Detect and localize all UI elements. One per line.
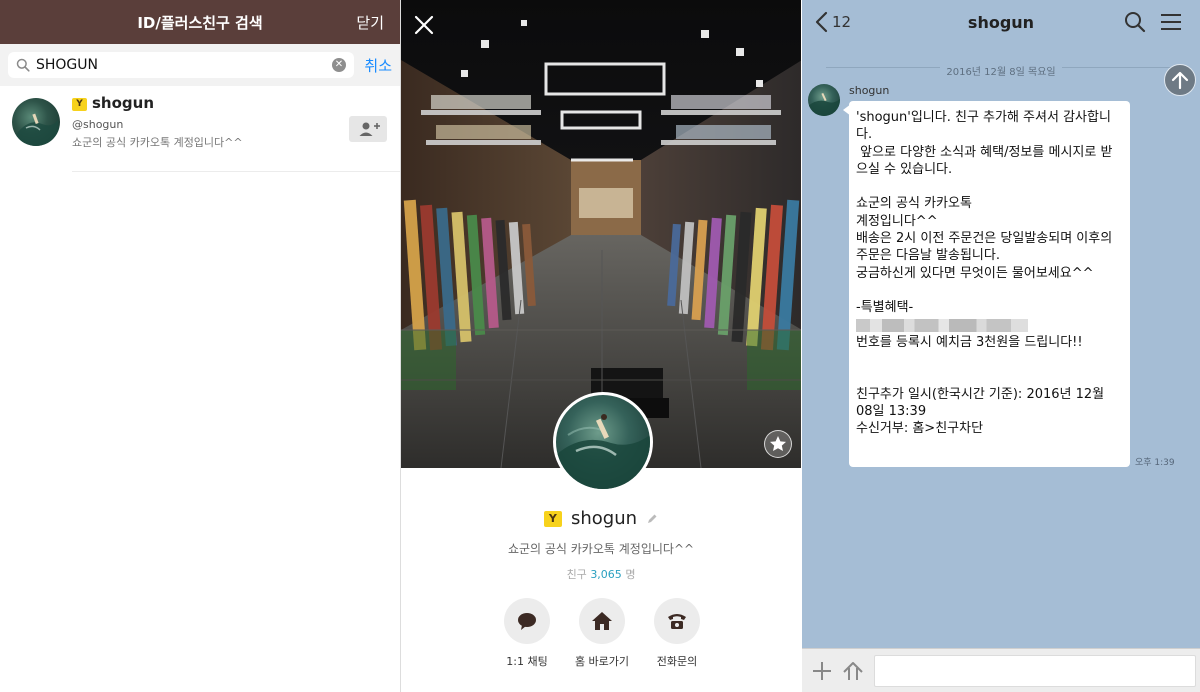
friend-count-unit: 명 [625,568,636,581]
search-icon [16,58,30,72]
phone-button-circle[interactable] [654,598,700,644]
close-button[interactable]: 닫기 [356,12,384,33]
sender-name: shogun [849,84,890,97]
menu-icon[interactable] [1160,13,1182,31]
search-icon[interactable] [1124,11,1146,33]
search-input[interactable] [36,54,326,76]
date-line-left [826,67,946,68]
date-line-right [1056,67,1176,68]
home-icon [592,612,612,630]
phone-icon [668,614,686,629]
message-line [856,178,1123,195]
profile-avatar[interactable] [553,392,653,492]
message-line [856,351,1123,368]
message-time: 오후 1:39 [1135,458,1175,468]
blurred-text [856,318,1028,332]
star-icon [770,436,786,451]
chat-panel: 12 shogun 2016년 12월 8일 목요일 shogun 'shogu… [802,0,1200,692]
friend-count: 친구 3,065 명 [401,566,801,582]
close-icon[interactable] [411,12,437,38]
surfer-image [808,92,840,116]
chat-button[interactable]: 1:1 채팅 [487,598,567,669]
message-line: 친구추가 일시(한국시간 기준): 2016년 12월 [856,386,1105,402]
message-line: 08일 13:39 [856,404,927,420]
message-input[interactable] [874,655,1196,687]
surfer-image [556,414,650,489]
message-line: 다. [856,127,873,143]
message-line: 계정입니다^^ [856,213,938,229]
chat-button-circle[interactable] [504,598,550,644]
message-line: 주문은 다음날 발송됩니다. [856,248,1000,264]
message-line: 배송은 2시 이전 주문건은 당일발송되며 이후의 [856,231,1113,247]
home-button[interactable]: 홈 바로가기 [562,598,642,669]
profile-panel: Y shogun 쇼군의 공식 카카오톡 계정입니다^^ 친구 3,065 명 … [400,0,801,692]
scroll-top-button[interactable] [1164,64,1196,96]
message-line: 쇼군의 공식 카카오톡 [856,196,972,212]
search-box[interactable]: ✕ [8,52,354,78]
home-button-circle[interactable] [579,598,625,644]
date-divider: 2016년 12월 8일 목요일 [802,60,1200,78]
sharp-search-icon[interactable] [841,660,865,682]
phone-button[interactable]: 전화문의 [637,598,717,669]
search-bar: ✕ 취소 [0,44,400,86]
clear-icon[interactable]: ✕ [332,58,346,72]
profile-name: shogun [570,508,638,529]
phone-button-label: 전화문의 [656,655,698,668]
plus-icon[interactable] [811,660,833,682]
message-line: 앞으로 다양한 소식과 혜택/정보를 메시지로 받 [856,144,1113,160]
scroll-top-icon [1171,71,1189,90]
result-name: shogun [92,94,155,112]
chat-icon [518,613,536,630]
chat-button-label: 1:1 채팅 [506,655,548,668]
message-line [856,282,1123,299]
friend-count-value: 3,065 [590,568,622,581]
favorite-button[interactable] [764,430,792,458]
plus-friend-badge: Y [72,98,87,111]
chat-input-bar [802,648,1200,692]
blurred-coupon-line [856,317,1123,334]
message-line: 수신거부: 홈>친구차단 [856,421,984,437]
search-panel: ID/플러스친구 검색 닫기 ✕ 취소 Y shogun @shogun 쇼군의… [0,0,400,692]
message-bubble[interactable]: 'shogun'입니다. 친구 추가해 주셔서 감사합니 다. 앞으로 다양한 … [849,101,1130,467]
message-line [856,368,1123,385]
search-header: ID/플러스친구 검색 닫기 [0,0,400,44]
result-description: 쇼군의 공식 카카오톡 계정입니다^^ [72,136,243,149]
message-line: 'shogun'입니다. 친구 추가해 주셔서 감사합니 [856,110,1111,125]
result-id: @shogun [72,118,124,131]
plus-friend-badge: Y [543,510,562,527]
cancel-button[interactable]: 취소 [364,55,392,76]
divider [72,171,400,172]
chat-header: 12 shogun [802,0,1200,44]
date-text: 2016년 12월 8일 목요일 [940,67,1062,78]
message-line: 으실 수 있습니다. [856,161,953,177]
avatar[interactable] [12,98,60,146]
search-result-item[interactable]: Y shogun @shogun 쇼군의 공식 카카오톡 계정입니다^^ [0,86,400,172]
message-line: 번호를 등록시 예치금 3천원을 드립니다!! [856,334,1083,350]
friend-count-label: 친구 [566,568,587,581]
message-line: 궁금하신게 있다면 무엇이든 물어보세요^^ [856,265,1094,281]
surfer-image [12,113,60,146]
edit-icon[interactable] [646,513,658,525]
sender-avatar[interactable] [808,84,840,116]
message-line: -특별혜택- [856,300,914,316]
search-title: ID/플러스친구 검색 [137,14,263,32]
profile-name-row: Y shogun [401,508,801,529]
add-friend-button[interactable] [349,116,387,142]
add-friend-icon [359,122,380,136]
profile-description: 쇼군의 공식 카카오톡 계정입니다^^ [507,542,695,556]
home-button-label: 홈 바로가기 [574,655,630,668]
